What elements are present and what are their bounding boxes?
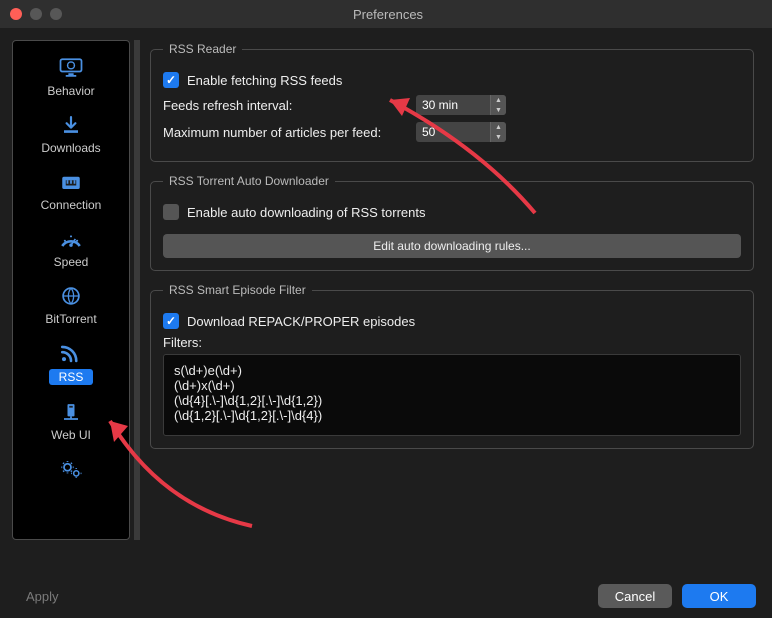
preferences-content: RSS Reader Enable fetching RSS feeds Fee… [140, 40, 760, 540]
sidebar-item-behavior[interactable]: Behavior [13, 47, 129, 104]
sidebar-label: Web UI [51, 428, 91, 442]
sidebar-item-speed[interactable]: Speed [13, 218, 129, 275]
sidebar-label: Downloads [41, 141, 100, 155]
sidebar-item-downloads[interactable]: Downloads [13, 104, 129, 161]
ok-button[interactable]: OK [682, 584, 756, 608]
sidebar-label: Behavior [47, 84, 94, 98]
spin-arrows: ▲▼ [490, 95, 506, 115]
sidebar-label-selected: RSS [49, 369, 94, 385]
repack-checkbox[interactable] [163, 313, 179, 329]
filters-textarea[interactable]: s(\d+)e(\d+) (\d+)x(\d+) (\d{4}[.\-]\d{1… [163, 354, 741, 436]
download-icon [57, 114, 85, 136]
monitor-icon [57, 57, 85, 79]
spin-value: 30 min [416, 98, 490, 112]
apply-button[interactable]: Apply [16, 585, 69, 608]
sidebar-item-bittorrent[interactable]: BitTorrent [13, 275, 129, 332]
group-legend: RSS Torrent Auto Downloader [163, 174, 335, 188]
group-legend: RSS Reader [163, 42, 242, 56]
sidebar-item-advanced[interactable] [13, 448, 129, 491]
gauge-icon [57, 228, 85, 250]
cancel-button[interactable]: Cancel [598, 584, 672, 608]
enable-auto-dl-checkbox[interactable] [163, 204, 179, 220]
filters-label: Filters: [163, 335, 741, 350]
repack-label: Download REPACK/PROPER episodes [187, 314, 415, 329]
ethernet-icon [57, 171, 85, 193]
spin-down[interactable]: ▼ [491, 105, 506, 115]
globe-icon [57, 285, 85, 307]
sidebar-label: Speed [54, 255, 89, 269]
sidebar-item-webui[interactable]: Web UI [13, 391, 129, 448]
sidebar-label: BitTorrent [45, 312, 96, 326]
max-articles-label: Maximum number of articles per feed: [163, 125, 416, 140]
auto-downloader-group: RSS Torrent Auto Downloader Enable auto … [150, 174, 754, 271]
gears-icon [57, 458, 85, 480]
episode-filter-group: RSS Smart Episode Filter Download REPACK… [150, 283, 754, 449]
spin-up[interactable]: ▲ [491, 122, 506, 132]
sidebar-item-connection[interactable]: Connection [13, 161, 129, 218]
spin-arrows: ▲▼ [490, 122, 506, 142]
dialog-footer: Apply Cancel OK [0, 574, 772, 618]
sidebar-item-rss[interactable]: RSS [13, 332, 129, 391]
group-legend: RSS Smart Episode Filter [163, 283, 312, 297]
spin-up[interactable]: ▲ [491, 95, 506, 105]
titlebar: Preferences [0, 0, 772, 28]
preferences-sidebar: Behavior Downloads Connection Speed BitT… [12, 40, 130, 540]
rss-icon [57, 342, 85, 364]
rss-reader-group: RSS Reader Enable fetching RSS feeds Fee… [150, 42, 754, 162]
sidebar-label: Connection [41, 198, 102, 212]
enable-rss-checkbox[interactable] [163, 72, 179, 88]
server-icon [57, 401, 85, 423]
refresh-interval-label: Feeds refresh interval: [163, 98, 416, 113]
edit-rules-button[interactable]: Edit auto downloading rules... [163, 234, 741, 258]
spin-value: 50 [416, 125, 490, 139]
enable-auto-dl-label: Enable auto downloading of RSS torrents [187, 205, 426, 220]
max-articles-spinbox[interactable]: 50 ▲▼ [416, 122, 506, 142]
refresh-interval-spinbox[interactable]: 30 min ▲▼ [416, 95, 506, 115]
enable-rss-label: Enable fetching RSS feeds [187, 73, 342, 88]
window-title: Preferences [14, 7, 762, 22]
spin-down[interactable]: ▼ [491, 132, 506, 142]
